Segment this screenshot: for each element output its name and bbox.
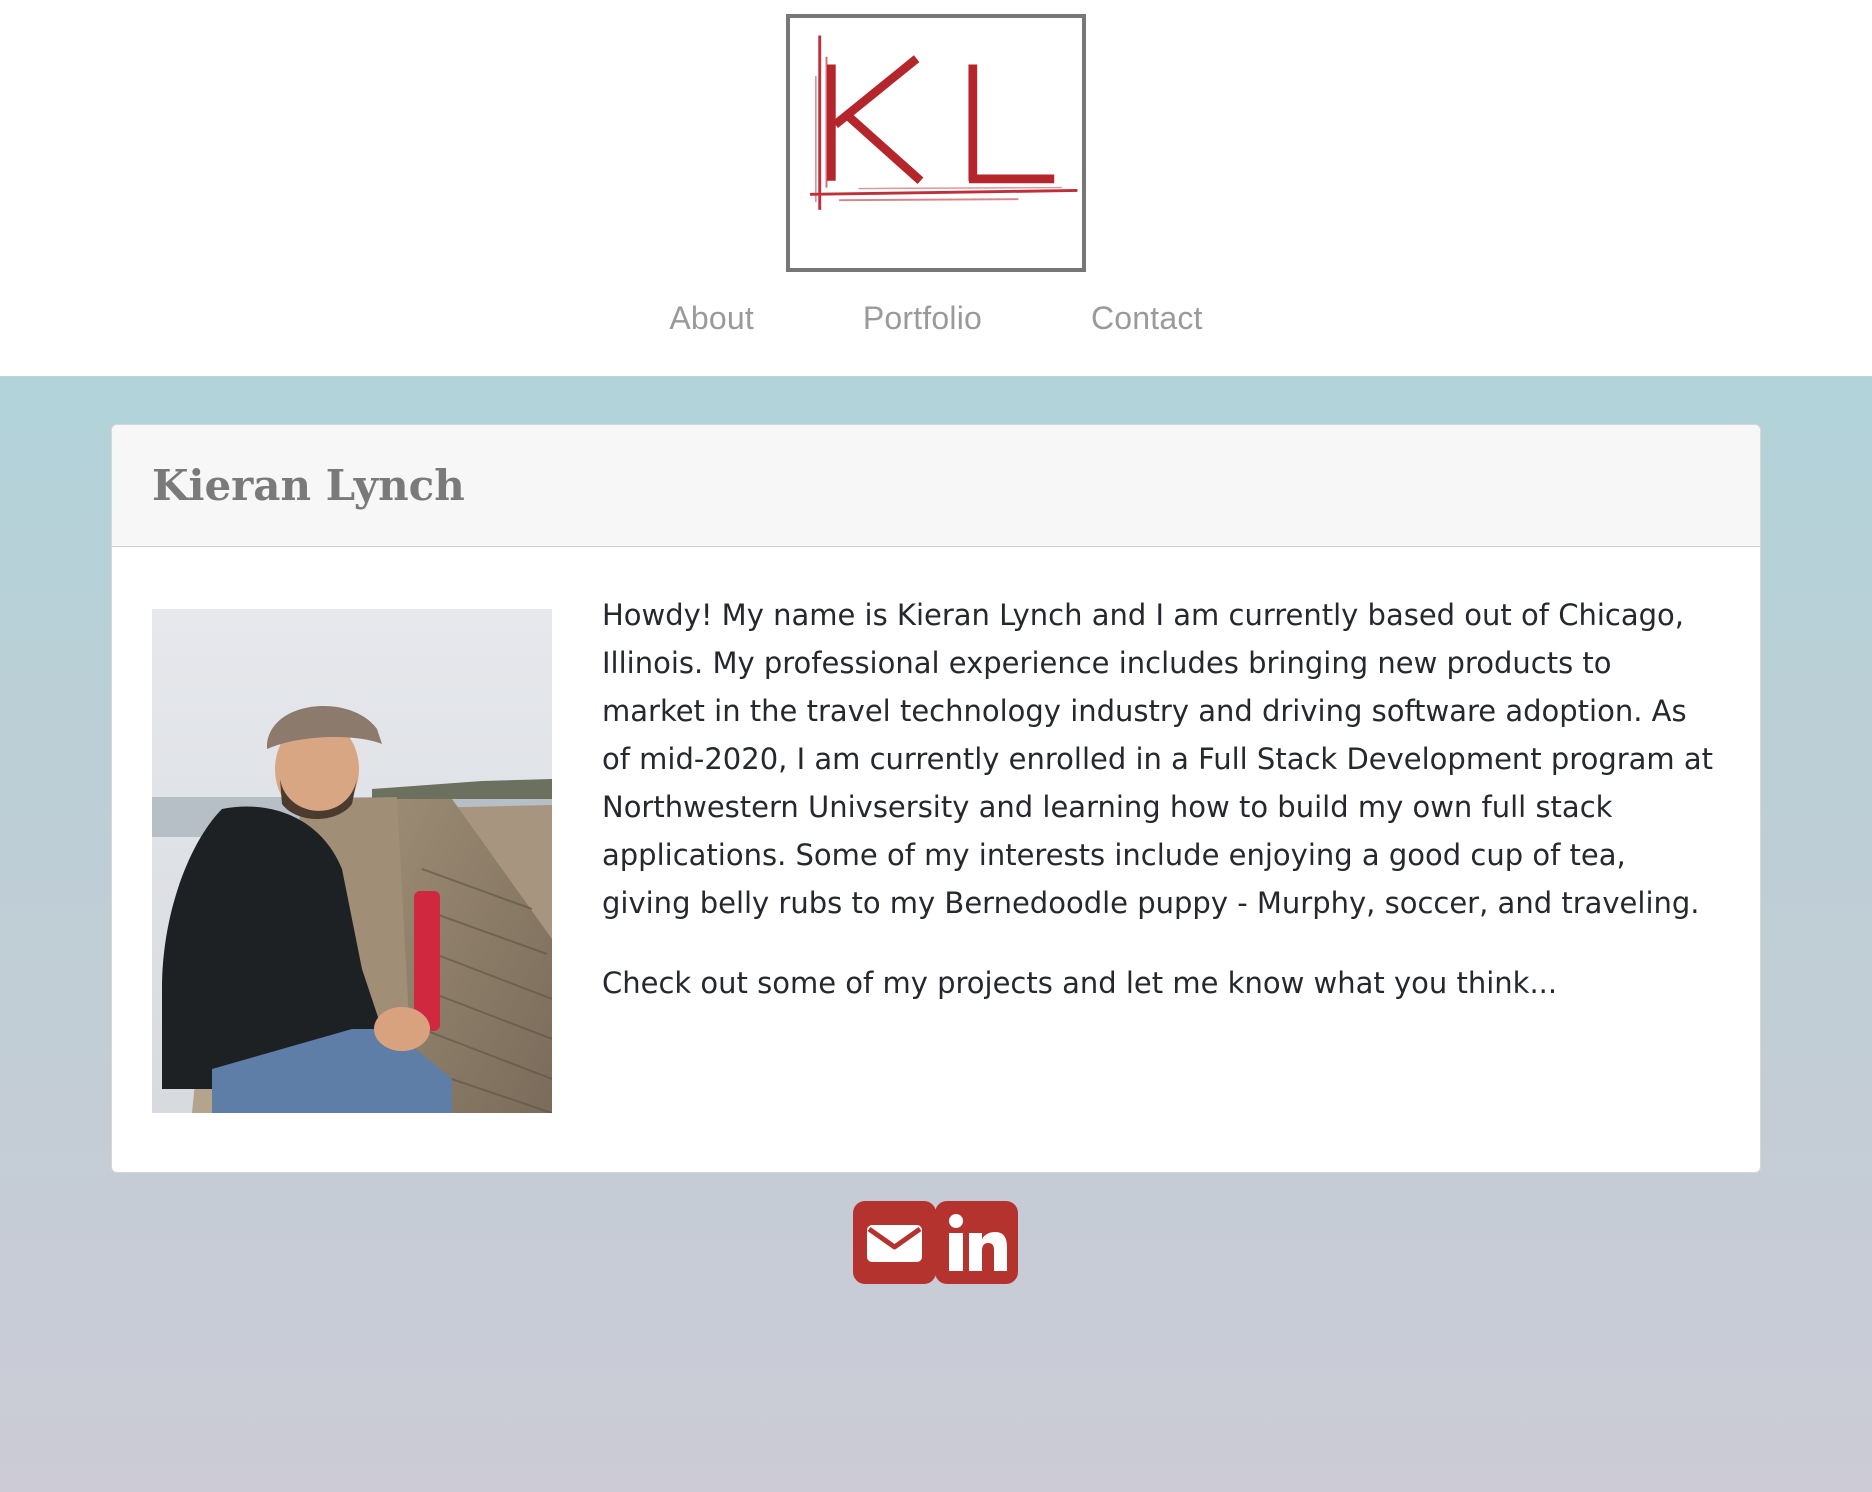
email-link[interactable]	[853, 1201, 936, 1284]
linkedin-link[interactable]	[935, 1201, 1018, 1284]
bio-paragraph: Howdy! My name is Kieran Lynch and I am …	[602, 598, 1714, 920]
nav-contact[interactable]: Contact	[1091, 300, 1203, 337]
envelope-icon	[853, 1201, 936, 1284]
profile-photo	[152, 609, 552, 1113]
main-nav: About Portfolio Contact	[0, 300, 1872, 337]
about-card: Kieran Lynch Howdy! My name is Kieran Ly…	[111, 424, 1761, 1173]
kl-logo-mark	[810, 35, 1078, 210]
bio-text: Howdy! My name is Kieran Lynch and I am …	[602, 591, 1722, 1039]
nav-about[interactable]: About	[669, 300, 754, 337]
nav-portfolio[interactable]: Portfolio	[863, 300, 982, 337]
page-title: Kieran Lynch	[152, 461, 465, 510]
kl-logo[interactable]	[786, 14, 1086, 272]
bio-paragraph: Check out some of my projects and let me…	[602, 966, 1558, 1000]
site-header: About Portfolio Contact	[0, 0, 1872, 377]
profile-photo-image	[152, 609, 552, 1113]
linkedin-icon	[935, 1201, 1018, 1284]
card-header: Kieran Lynch	[112, 425, 1760, 547]
social-links	[853, 1201, 1018, 1284]
